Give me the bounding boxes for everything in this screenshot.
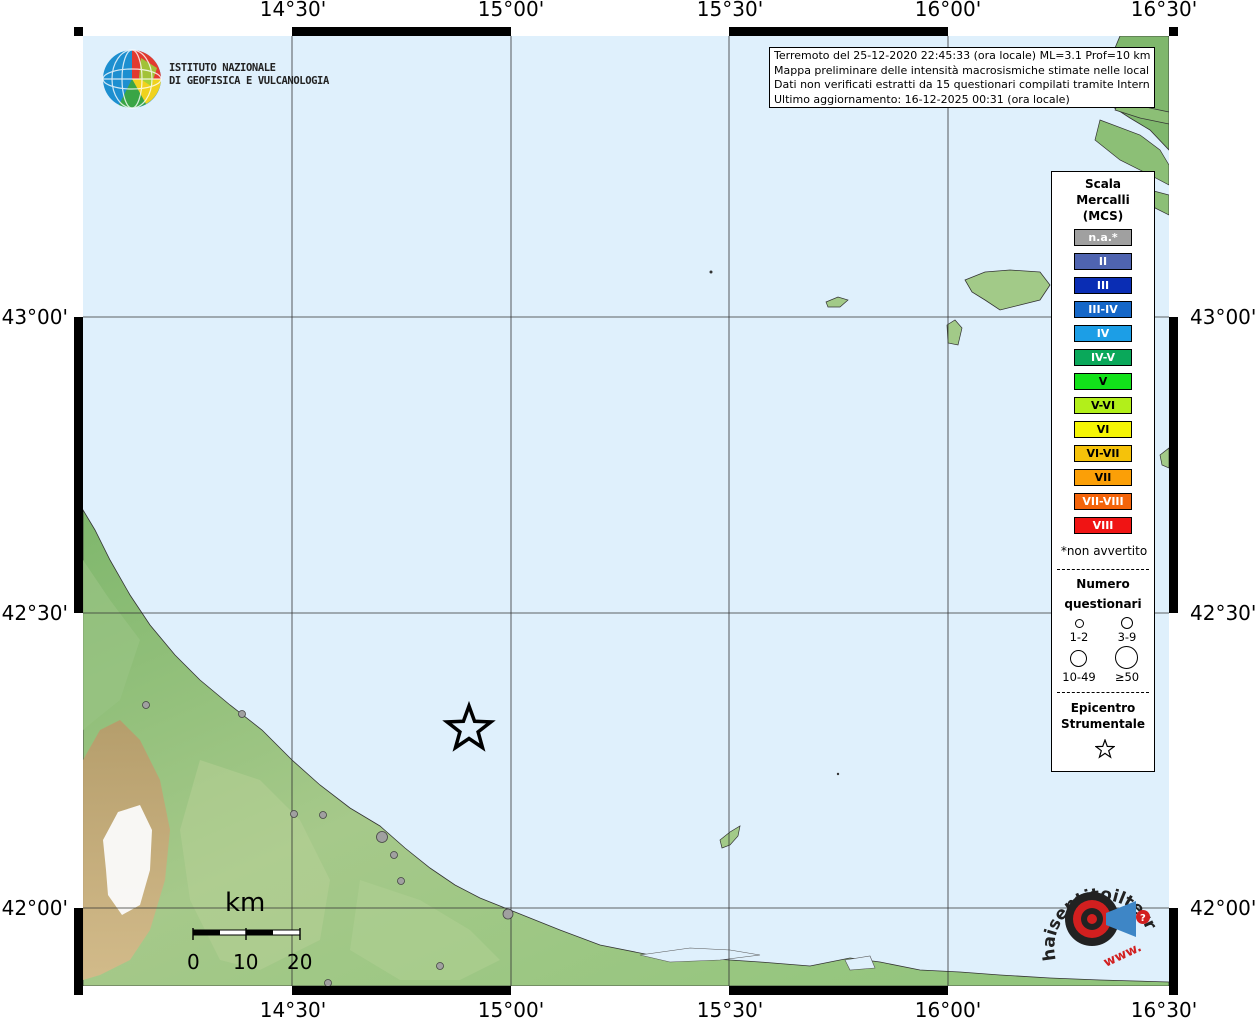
locality-marker <box>376 831 388 843</box>
lon-label-bottom: 15°30' <box>696 998 764 1022</box>
locality-marker <box>324 979 332 986</box>
lon-label-top: 15°30' <box>696 0 764 21</box>
lon-label-top: 15°00' <box>477 0 545 21</box>
scale-bar-tick: 0 <box>187 950 200 974</box>
lon-label-bottom: 16°00' <box>914 998 982 1022</box>
scale-bar-tick: 20 <box>287 950 313 974</box>
locality-marker <box>502 908 514 920</box>
legend-title: Scala <box>1084 177 1122 191</box>
info-line: Terremoto del 25-12-2020 22:45:33 (ora l… <box>774 49 1150 62</box>
epicenter-title: Strumentale <box>1060 717 1146 731</box>
intensity-swatch: VII <box>1074 469 1132 486</box>
ingv-logo-text: ISTITUTO NAZIONALE DI GEOFISICA E VULCAN… <box>169 62 329 88</box>
info-line: Mappa preliminare delle intensità macros… <box>774 63 1150 77</box>
hst-logo-graphic: haisentitoilterremoto.it ? www. <box>1027 850 1160 971</box>
legend-note: *non avvertito <box>1060 544 1148 558</box>
intensity-swatch: III-IV <box>1074 301 1132 318</box>
intensity-swatch: VII-VIII <box>1074 493 1132 510</box>
globe-icon <box>102 49 162 109</box>
count-label: ≥50 <box>1114 670 1140 684</box>
logo-line: ISTITUTO NAZIONALE <box>169 62 276 74</box>
legend-panel: Scala Mercalli (MCS) n.a.* II III III-IV IV I… <box>1051 171 1155 772</box>
intensity-swatch: II <box>1074 253 1132 270</box>
lon-label-top: 14°30' <box>259 0 327 21</box>
intensity-swatch: n.a.* <box>1074 229 1132 246</box>
intensity-swatch: V-VI <box>1074 397 1132 414</box>
legend-divider <box>1057 569 1149 570</box>
legend-title: Mercalli <box>1076 193 1130 207</box>
lat-label-left: 42°30' <box>1 601 68 625</box>
lon-label-top: 16°00' <box>914 0 982 21</box>
lon-label-bottom: 16°30' <box>1130 998 1198 1022</box>
intensity-swatch: IV <box>1074 325 1132 342</box>
intensity-swatch: III <box>1074 277 1132 294</box>
locality-marker <box>290 810 298 818</box>
count-circle-small-icon <box>1075 619 1084 628</box>
count-title: questionari <box>1064 597 1142 611</box>
haisentitoilterremoto-logo: haisentitoilterremoto.it ? www. <box>1027 850 1166 985</box>
lat-label-left: 43°00' <box>1 305 68 329</box>
intensity-swatch: VIII <box>1074 517 1132 534</box>
epicenter-star-icon <box>1095 739 1115 759</box>
locality-marker <box>390 851 398 859</box>
logo-line: DI GEOFISICA E VULCANOLOGIA <box>169 75 329 87</box>
count-circle-medium-icon <box>1121 617 1133 629</box>
lat-label-right: 43°00' <box>1190 305 1256 329</box>
intensity-swatch: VI-VII <box>1074 445 1132 462</box>
locality-marker <box>397 877 405 885</box>
earthquake-info-box: Terremoto del 25-12-2020 22:45:33 (ora l… <box>769 47 1155 108</box>
count-title: Numero <box>1076 577 1130 591</box>
legend-title: (MCS) <box>1082 209 1124 223</box>
locality-marker <box>142 701 150 709</box>
scale-bar: km 0 10 20 <box>185 888 325 978</box>
info-line: Dati non verificati estratti da 15 quest… <box>774 78 1150 91</box>
epicenter-title: Epicentro <box>1070 701 1136 715</box>
islet-2 <box>836 772 840 776</box>
svg-text:?: ? <box>1140 913 1146 924</box>
lon-label-top: 16°30' <box>1130 0 1198 21</box>
locality-marker <box>238 710 246 718</box>
hst-logo-www: www. <box>1101 940 1144 971</box>
lat-label-right: 42°00' <box>1190 896 1256 920</box>
scale-bar-tick: 10 <box>233 950 259 974</box>
count-label: 3-9 <box>1117 630 1137 644</box>
locality-marker <box>319 811 327 819</box>
count-label: 10-49 <box>1062 670 1096 684</box>
lat-label-right: 42°30' <box>1190 601 1256 625</box>
locality-marker <box>436 962 444 970</box>
count-circle-xlarge-icon <box>1115 646 1138 669</box>
lat-label-left: 42°00' <box>1 896 68 920</box>
info-line: Ultimo aggiornamento: 16-12-2025 00:31 (… <box>774 92 1070 106</box>
count-label: 1-2 <box>1069 630 1089 644</box>
legend-divider <box>1057 692 1149 693</box>
intensity-swatch: V <box>1074 373 1132 390</box>
count-circle-large-icon <box>1070 650 1087 667</box>
lon-label-bottom: 14°30' <box>259 998 327 1022</box>
scale-bar-graphic <box>192 928 301 940</box>
ingv-logo: ISTITUTO NAZIONALE DI GEOFISICA E VULCAN… <box>101 48 329 110</box>
intensity-swatch: VI <box>1074 421 1132 438</box>
islet <box>709 270 713 274</box>
intensity-swatch: IV-V <box>1074 349 1132 366</box>
lon-label-bottom: 15°00' <box>477 998 545 1022</box>
scale-bar-unit: km <box>225 888 266 918</box>
